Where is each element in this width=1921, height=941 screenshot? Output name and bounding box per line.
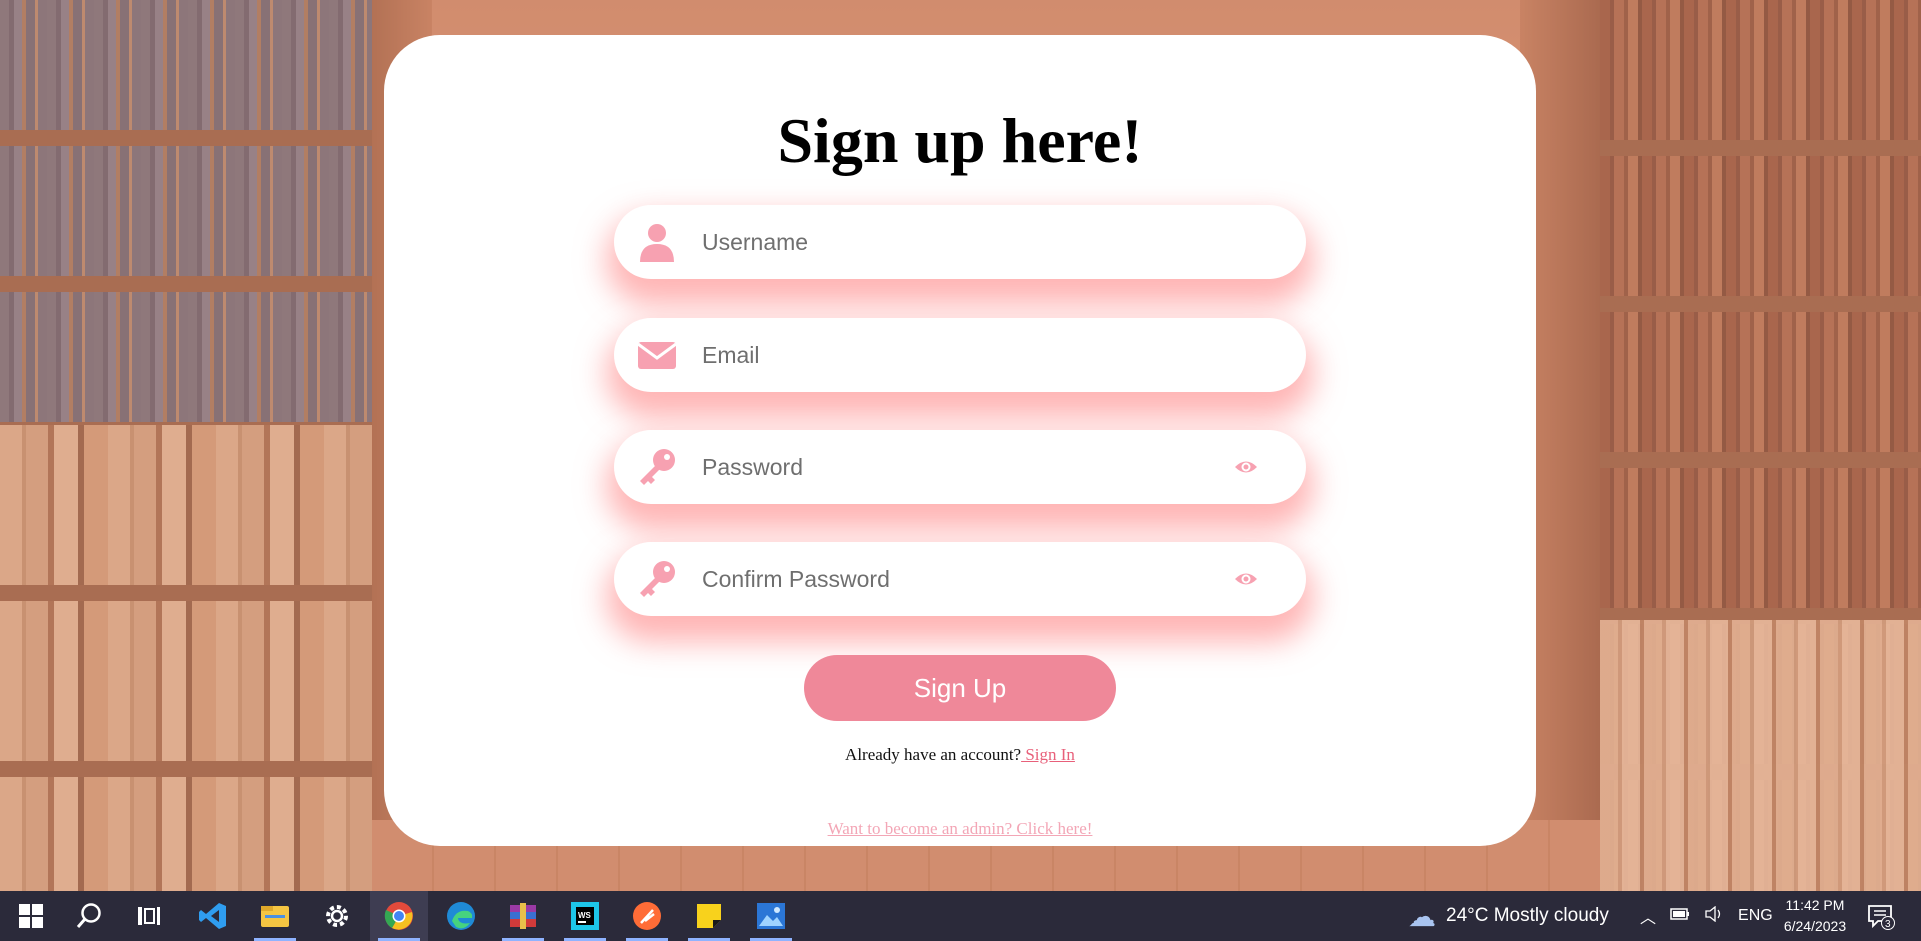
chevron-up-icon[interactable]: ︿ [1640, 904, 1656, 928]
volume-icon[interactable] [1704, 905, 1724, 927]
task-view-icon[interactable] [120, 891, 178, 941]
cloudy-icon: ☁ [1408, 900, 1436, 932]
sign-up-button[interactable]: Sign Up [804, 655, 1116, 721]
notification-center-icon[interactable]: 3 [1866, 901, 1896, 931]
edge-icon[interactable] [432, 891, 490, 941]
key-icon [636, 447, 678, 487]
clock-time: 11:42 PM [1785, 897, 1845, 913]
confirm-password-input[interactable]: Confirm Password [702, 542, 1202, 616]
signup-card: Sign up here! Username Email Password Co… [384, 35, 1536, 846]
envelope-icon [636, 335, 678, 375]
eye-icon[interactable] [1234, 568, 1258, 590]
chrome-icon[interactable] [370, 891, 428, 941]
svg-text:WS: WS [578, 911, 592, 920]
password-field[interactable]: Password [614, 430, 1306, 504]
vscode-icon[interactable] [184, 891, 242, 941]
system-tray: ︿ ENG [1640, 891, 1773, 941]
webstorm-icon[interactable]: WS [556, 891, 614, 941]
winrar-icon[interactable] [494, 891, 552, 941]
language-indicator[interactable]: ENG [1738, 907, 1773, 925]
admin-link-row: Want to become an admin? Click here! [384, 819, 1536, 839]
sticky-notes-icon[interactable] [680, 891, 738, 941]
settings-icon[interactable] [308, 891, 366, 941]
start-icon[interactable] [2, 891, 60, 941]
key-icon [636, 559, 678, 599]
page-title: Sign up here! [777, 105, 1143, 176]
eye-icon[interactable] [1234, 456, 1258, 478]
password-input[interactable]: Password [702, 430, 1202, 504]
clock[interactable]: 11:42 PM 6/24/2023 [1770, 895, 1860, 937]
email-input[interactable]: Email [702, 318, 1202, 392]
user-icon [636, 222, 678, 262]
weather-text: Mostly cloudy [1493, 905, 1609, 926]
notification-count: 3 [1885, 919, 1891, 930]
signin-prompt-text: Already have an account? [845, 745, 1022, 764]
weather-temp: 24°C [1446, 905, 1489, 926]
confirm-password-field[interactable]: Confirm Password [614, 542, 1306, 616]
username-field[interactable]: Username [614, 205, 1306, 279]
username-input[interactable]: Username [702, 205, 1202, 279]
signin-prompt: Already have an account? Sign In [384, 745, 1536, 765]
sign-in-link[interactable]: Sign In [1021, 745, 1075, 764]
admin-link[interactable]: Want to become an admin? Click here! [828, 819, 1093, 838]
battery-icon[interactable] [1670, 907, 1690, 925]
postman-icon[interactable] [618, 891, 676, 941]
email-field[interactable]: Email [614, 318, 1306, 392]
clock-date: 6/24/2023 [1783, 918, 1847, 934]
file-explorer-icon[interactable] [246, 891, 304, 941]
photos-icon[interactable] [742, 891, 800, 941]
windows-taskbar: WS ☁ 24°C Mostly cloudy ︿ ENG 11:42 PM 6… [0, 891, 1921, 941]
weather-widget[interactable]: ☁ 24°C Mostly cloudy [1408, 891, 1609, 941]
search-icon[interactable] [60, 891, 118, 941]
